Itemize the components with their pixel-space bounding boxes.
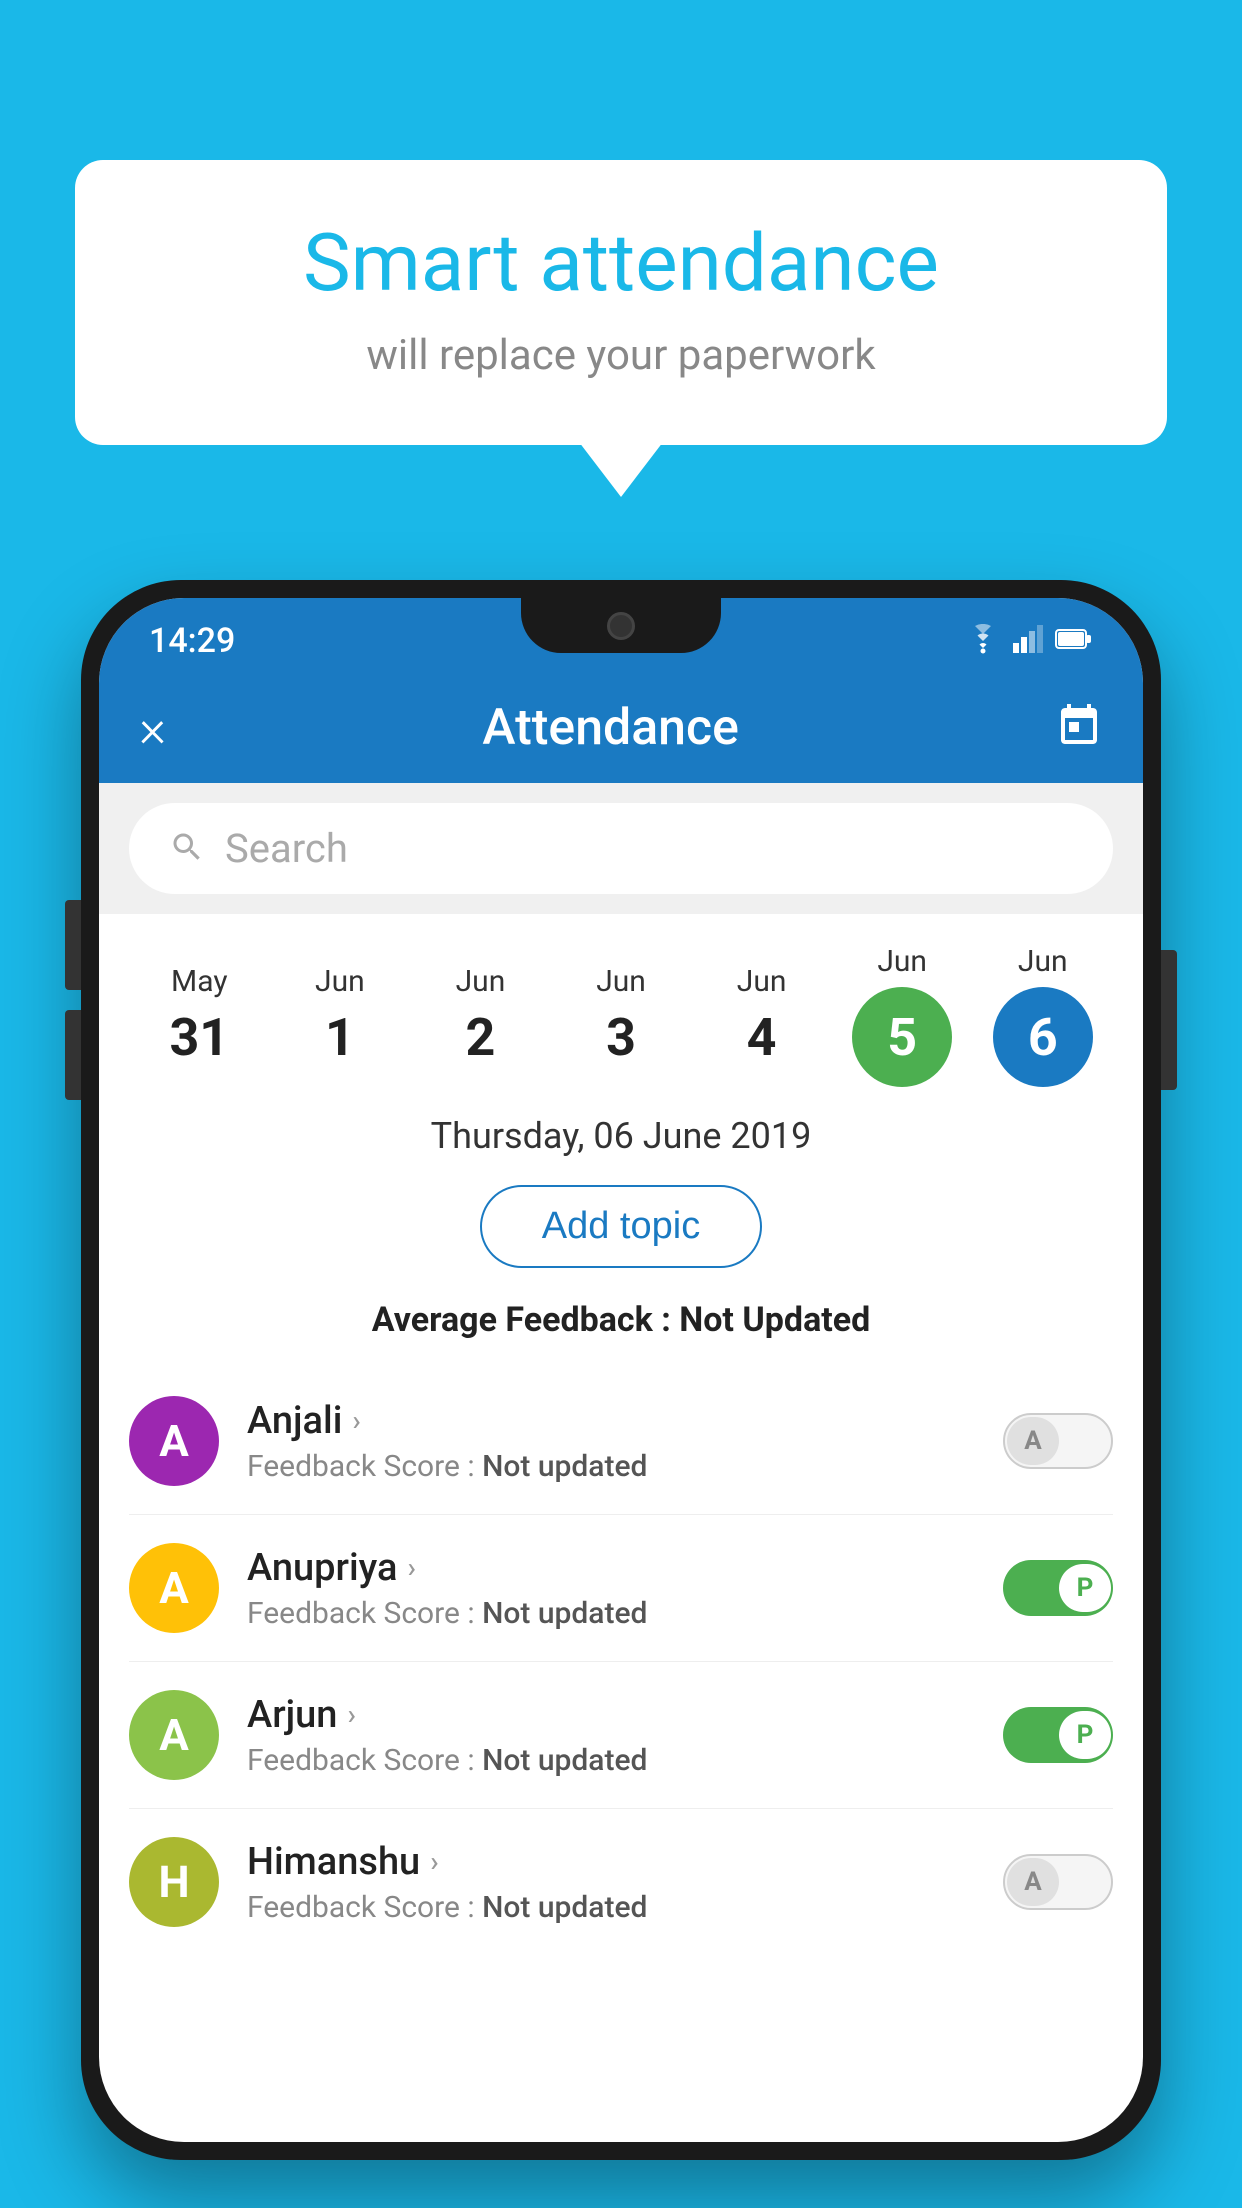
date-col-5[interactable]: Jun 5 bbox=[832, 944, 973, 1087]
date-col-4[interactable]: Jun 4 bbox=[691, 964, 832, 1068]
wifi-icon bbox=[965, 624, 1001, 658]
student-avatar-3: H bbox=[129, 1837, 219, 1927]
vol-up-button bbox=[65, 900, 81, 990]
chevron-icon: › bbox=[352, 1404, 360, 1437]
feedback-score-2: Feedback Score : Not updated bbox=[247, 1743, 975, 1778]
date-circle-blue-6[interactable]: 6 bbox=[993, 987, 1093, 1087]
status-time: 14:29 bbox=[149, 621, 235, 661]
date-month-5: Jun bbox=[877, 944, 927, 979]
date-col-3[interactable]: Jun 3 bbox=[551, 964, 692, 1068]
phone-mockup: 14:29 bbox=[81, 580, 1161, 2160]
date-num-1: 1 bbox=[325, 1007, 355, 1068]
student-row-2[interactable]: A Arjun › Feedback Score : Not updated P bbox=[99, 1662, 1143, 1808]
chevron-icon: › bbox=[430, 1845, 438, 1878]
camera bbox=[607, 612, 635, 640]
phone-notch bbox=[521, 598, 721, 653]
feedback-score-1: Feedback Score : Not updated bbox=[247, 1596, 975, 1631]
close-button[interactable]: × bbox=[139, 698, 166, 759]
student-name-0: Anjali › bbox=[247, 1399, 975, 1443]
date-month-1: Jun bbox=[315, 964, 365, 999]
speech-bubble: Smart attendance will replace your paper… bbox=[75, 160, 1167, 445]
calendar-icon bbox=[1055, 702, 1103, 750]
date-month-3: Jun bbox=[596, 964, 646, 999]
chevron-icon: › bbox=[347, 1698, 355, 1731]
date-row: May 31 Jun 1 Jun 2 Jun 3 Jun 4 Jun 5 Jun 6 bbox=[99, 914, 1143, 1087]
student-row-1[interactable]: A Anupriya › Feedback Score : Not updated P bbox=[99, 1515, 1143, 1661]
selected-date: Thursday, 06 June 2019 bbox=[99, 1087, 1143, 1167]
avg-feedback-label: Average Feedback : bbox=[372, 1300, 671, 1340]
app-header: × Attendance bbox=[99, 673, 1143, 783]
battery-icon bbox=[1055, 628, 1093, 654]
add-topic-button[interactable]: Add topic bbox=[480, 1185, 762, 1268]
student-info-1: Anupriya › Feedback Score : Not updated bbox=[247, 1546, 975, 1631]
status-icons bbox=[965, 624, 1093, 658]
date-num-2: 2 bbox=[466, 1007, 496, 1068]
search-icon bbox=[169, 829, 205, 869]
feedback-score-0: Feedback Score : Not updated bbox=[247, 1449, 975, 1484]
student-list: AAnjali ›Feedback Score : Not updatedAAA… bbox=[99, 1368, 1143, 1955]
feedback-score-3: Feedback Score : Not updated bbox=[247, 1890, 975, 1925]
student-info-3: Himanshu › Feedback Score : Not updated bbox=[247, 1840, 975, 1925]
date-col-0[interactable]: May 31 bbox=[129, 964, 270, 1068]
attendance-toggle-absent-0[interactable]: A bbox=[1003, 1413, 1113, 1469]
add-topic-container: Add topic bbox=[99, 1167, 1143, 1290]
average-feedback: Average Feedback : Not Updated bbox=[99, 1290, 1143, 1368]
avg-feedback-value-bold: Not Updated bbox=[679, 1300, 870, 1340]
chevron-icon: › bbox=[407, 1551, 415, 1584]
bubble-subtitle: will replace your paperwork bbox=[135, 331, 1107, 380]
bubble-title: Smart attendance bbox=[135, 215, 1107, 311]
date-col-6[interactable]: Jun 6 bbox=[972, 944, 1113, 1087]
student-avatar-0: A bbox=[129, 1396, 219, 1486]
search-bar[interactable]: Search bbox=[129, 803, 1113, 894]
date-month-4: Jun bbox=[737, 964, 787, 999]
app-title: Attendance bbox=[166, 699, 1055, 757]
date-circle-green-5[interactable]: 5 bbox=[852, 987, 952, 1087]
date-month-0: May bbox=[171, 964, 227, 999]
signal-icon bbox=[1013, 625, 1043, 657]
date-num-0: 31 bbox=[169, 1007, 229, 1068]
student-name-2: Arjun › bbox=[247, 1693, 975, 1737]
date-col-1[interactable]: Jun 1 bbox=[270, 964, 411, 1068]
student-name-3: Himanshu › bbox=[247, 1840, 975, 1884]
date-month-2: Jun bbox=[456, 964, 506, 999]
power-button bbox=[1161, 950, 1177, 1090]
attendance-toggle-present-2[interactable]: P bbox=[1003, 1707, 1113, 1763]
attendance-toggle-present-1[interactable]: P bbox=[1003, 1560, 1113, 1616]
date-num-4: 4 bbox=[747, 1007, 777, 1068]
phone-outer: 14:29 bbox=[81, 580, 1161, 2160]
search-placeholder: Search bbox=[225, 825, 348, 872]
date-col-2[interactable]: Jun 2 bbox=[410, 964, 551, 1068]
vol-down-button bbox=[65, 1010, 81, 1100]
search-container: Search bbox=[99, 783, 1143, 914]
attendance-toggle-absent-3[interactable]: A bbox=[1003, 1854, 1113, 1910]
student-row-3[interactable]: H Himanshu › Feedback Score : Not updated A bbox=[99, 1809, 1143, 1955]
calendar-button[interactable] bbox=[1055, 702, 1103, 754]
student-avatar-1: A bbox=[129, 1543, 219, 1633]
student-info-0: Anjali › Feedback Score : Not updated bbox=[247, 1399, 975, 1484]
phone-screen: 14:29 bbox=[99, 598, 1143, 2142]
student-info-2: Arjun › Feedback Score : Not updated bbox=[247, 1693, 975, 1778]
date-month-6: Jun bbox=[1018, 944, 1068, 979]
date-num-3: 3 bbox=[606, 1007, 636, 1068]
student-name-1: Anupriya › bbox=[247, 1546, 975, 1590]
student-avatar-2: A bbox=[129, 1690, 219, 1780]
student-row-0[interactable]: A Anjali › Feedback Score : Not updated A bbox=[99, 1368, 1143, 1514]
